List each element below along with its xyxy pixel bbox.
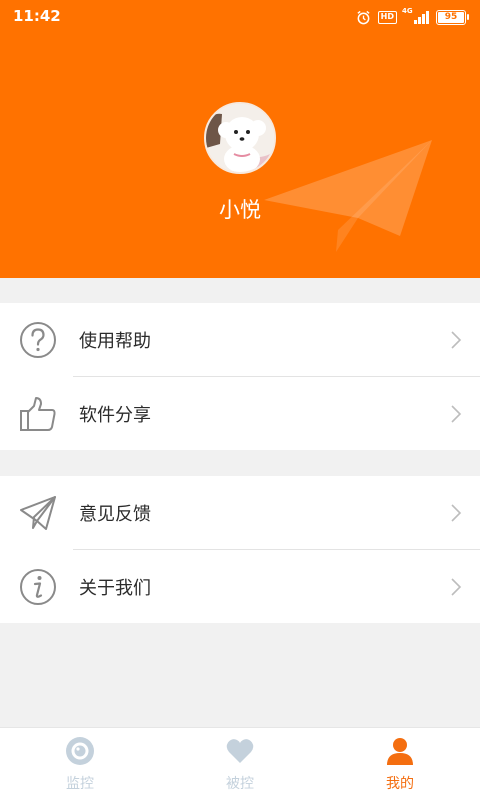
signal-icon: 4G xyxy=(402,7,429,24)
profile-header: 11:42 HD 4G 95 小悦 xyxy=(0,0,480,278)
help-circle-icon xyxy=(20,322,56,358)
tab-controlled[interactable]: 被控 xyxy=(160,728,320,800)
menu-item-label: 使用帮助 xyxy=(79,331,151,352)
bottom-tab-bar: 监控 被控 我的 xyxy=(0,727,480,800)
chevron-right-icon xyxy=(451,578,462,596)
heart-icon xyxy=(226,739,254,763)
info-circle-icon xyxy=(20,569,56,605)
paper-plane-icon xyxy=(20,496,56,530)
tab-label: 我的 xyxy=(386,776,414,792)
menu-item-help[interactable]: 使用帮助 xyxy=(0,303,480,376)
tab-mine[interactable]: 我的 xyxy=(320,728,480,800)
network-type: 4G xyxy=(402,7,413,15)
person-icon xyxy=(387,738,413,765)
menu-item-label: 关于我们 xyxy=(79,578,151,599)
menu-item-label: 意见反馈 xyxy=(79,504,151,525)
chevron-right-icon xyxy=(451,405,462,423)
menu-item-feedback[interactable]: 意见反馈 xyxy=(0,476,480,549)
menu-item-label: 软件分享 xyxy=(79,405,151,426)
tab-monitor[interactable]: 监控 xyxy=(0,728,160,800)
status-icons: HD 4G 95 xyxy=(356,7,469,26)
tab-label: 被控 xyxy=(226,776,254,792)
battery-icon: 95 xyxy=(436,9,469,25)
avatar[interactable] xyxy=(204,102,276,174)
chevron-right-icon xyxy=(451,504,462,522)
menu-item-share[interactable]: 软件分享 xyxy=(0,377,480,450)
chevron-right-icon xyxy=(451,331,462,349)
thumbs-up-icon xyxy=(20,397,56,431)
monitor-camera-icon xyxy=(66,737,94,765)
battery-level: 95 xyxy=(444,11,458,22)
status-bar: 11:42 HD 4G 95 xyxy=(0,0,480,34)
tab-label: 监控 xyxy=(66,776,94,792)
hd-icon: HD xyxy=(377,10,397,24)
menu-group-2: 意见反馈 关于我们 xyxy=(0,476,480,623)
menu-item-about[interactable]: 关于我们 xyxy=(0,550,480,623)
alarm-icon xyxy=(357,10,370,24)
status-time: 11:42 xyxy=(13,7,61,25)
menu-group-1: 使用帮助 软件分享 xyxy=(0,303,480,450)
username[interactable]: 小悦 xyxy=(0,194,480,224)
